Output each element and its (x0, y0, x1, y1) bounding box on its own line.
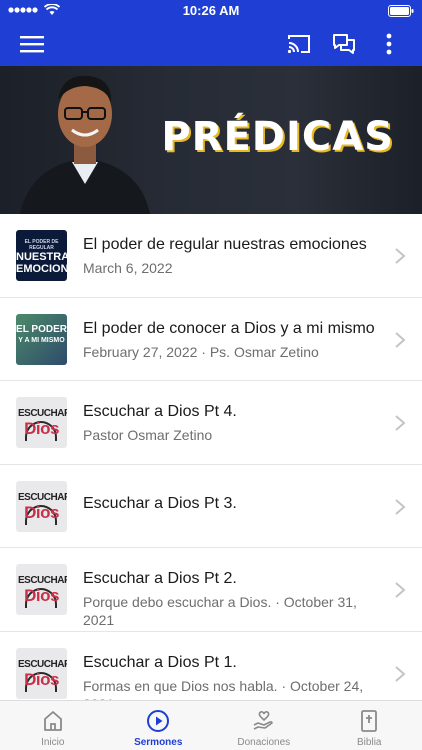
chat-button[interactable] (328, 28, 360, 60)
battery-indicator (388, 4, 414, 22)
sermon-title: Escuchar a Dios Pt 1. (83, 653, 237, 671)
tab-donaciones[interactable]: Donaciones (211, 701, 317, 750)
sermon-title: Escuchar a Dios Pt 2. (83, 570, 237, 587)
sermon-subtitle: March 6, 2022 (83, 260, 173, 276)
sermon-subtitle: February 27, 2022 · Ps. Osmar Zetino (83, 343, 319, 360)
sermon-thumbnail: EL PODER DE REGULAR NUESTRAS EMOCIONES (16, 230, 67, 281)
status-bar: 10:26 AM (0, 0, 422, 22)
sermon-row[interactable]: EL PODER Y A MI MISMO El poder de conoce… (0, 298, 422, 381)
sermons-banner: PRÉDICAS (0, 66, 422, 214)
sermon-thumbnail: EL PODER Y A MI MISMO (16, 313, 67, 365)
tab-sermones[interactable]: Sermones (106, 701, 212, 750)
sermon-list: EL PODER DE REGULAR NUESTRAS EMOCIONES E… (0, 214, 422, 700)
play-circle-icon (147, 710, 170, 732)
sermon-row[interactable]: ESCUCHAR Dios Escuchar a Dios Pt 1. Form… (0, 632, 422, 701)
sermon-thumbnail: ESCUCHAR Dios (16, 564, 67, 615)
sermon-title: Escuchar a Dios Pt 4. (83, 403, 237, 420)
more-vertical-icon (386, 33, 392, 55)
sermon-thumbnail: ESCUCHAR Dios (16, 480, 67, 532)
chat-icon (333, 34, 355, 54)
tab-label: Donaciones (237, 737, 291, 748)
sermon-thumbnail: ESCUCHAR Dios (16, 397, 67, 448)
banner-title: PRÉDICAS (161, 114, 394, 160)
sermon-row[interactable]: ESCUCHAR Dios Escuchar a Dios Pt 2. Porq… (0, 548, 422, 632)
sermon-row[interactable]: ESCUCHAR Dios Escuchar a Dios Pt 4. Past… (0, 381, 422, 465)
cast-icon (287, 35, 310, 54)
sermon-subtitle: Formas en que Dios nos habla. · October … (83, 677, 364, 701)
sermon-thumbnail: ESCUCHAR Dios (16, 647, 67, 699)
home-icon (43, 711, 62, 731)
sermon-subtitle: Porque debo escuchar a Dios. · October 3… (83, 594, 357, 628)
tab-label: Biblia (357, 737, 382, 748)
bottom-tab-bar: Inicio Sermones Donaciones Biblia (0, 700, 422, 750)
tab-label: Inicio (41, 737, 65, 748)
sermon-title: El poder de conocer a Dios y a mi mismo (83, 319, 375, 337)
tab-biblia[interactable]: Biblia (317, 701, 422, 750)
chevron-right-icon (395, 498, 406, 515)
menu-button[interactable] (16, 28, 48, 60)
cast-button[interactable] (283, 28, 315, 60)
donation-hand-heart-icon (253, 710, 273, 730)
chevron-right-icon (395, 582, 406, 598)
sermon-row[interactable]: EL PODER DE REGULAR NUESTRAS EMOCIONES E… (0, 214, 422, 298)
sermon-title: Escuchar a Dios Pt 3. (83, 494, 237, 512)
hamburger-icon (20, 36, 44, 53)
tab-inicio[interactable]: Inicio (0, 701, 106, 750)
status-time: 10:26 AM (182, 3, 240, 18)
tab-label: Sermones (134, 737, 183, 748)
bible-icon (361, 710, 378, 732)
battery-icon (388, 5, 414, 17)
chevron-right-icon (395, 248, 406, 264)
more-options-button[interactable] (373, 28, 405, 60)
top-app-bar (0, 22, 422, 66)
sermon-row[interactable]: ESCUCHAR Dios Escuchar a Dios Pt 3. (0, 465, 422, 548)
chevron-right-icon (395, 415, 406, 431)
chevron-right-icon (395, 331, 406, 348)
chevron-right-icon (395, 665, 406, 682)
sermon-title: El poder de regular nuestras emociones (83, 236, 367, 253)
sermon-subtitle: Pastor Osmar Zetino (83, 427, 213, 443)
